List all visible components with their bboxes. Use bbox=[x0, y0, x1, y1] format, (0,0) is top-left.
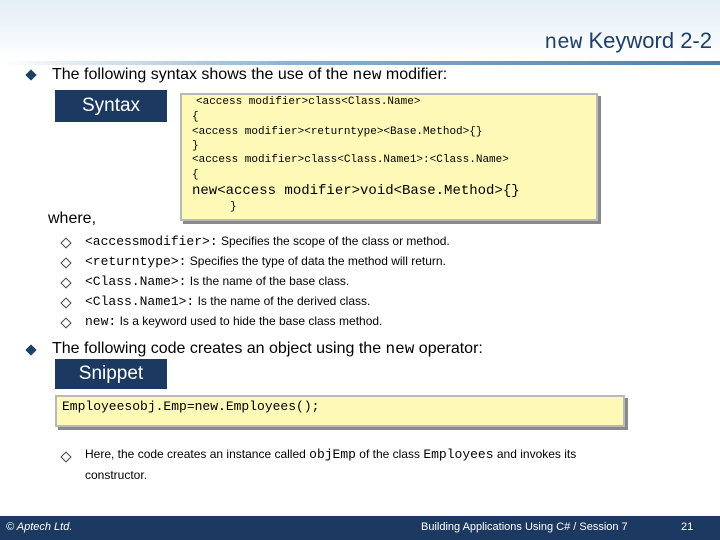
point-snippet-prefix: The following code creates an object usi… bbox=[52, 340, 386, 357]
explanation-code: objEmp bbox=[309, 447, 356, 462]
where-item: new: Is a keyword used to hide the base … bbox=[85, 314, 382, 329]
explanation-text: of the class bbox=[355, 447, 424, 461]
header-rule bbox=[0, 61, 720, 65]
syntax-line: } bbox=[230, 201, 237, 213]
explanation-text: and invokes its bbox=[493, 447, 577, 461]
point-snippet-keyword: new bbox=[385, 340, 415, 358]
point-snippet: The following code creates an object usi… bbox=[52, 340, 483, 358]
syntax-code-box: <access modifier>class<Class.Name> { <ac… bbox=[180, 93, 598, 221]
explanation-code: Employees bbox=[423, 447, 494, 462]
where-item-code: <accessmodifier>: bbox=[85, 234, 218, 249]
where-item-text: Is the name of the derived class. bbox=[197, 294, 371, 308]
title-keyword: new bbox=[544, 32, 583, 55]
where-item-text: Specifies the type of data the method wi… bbox=[189, 254, 446, 268]
syntax-line: { bbox=[192, 111, 199, 123]
where-item: <Class.Name>: Is the name of the base cl… bbox=[85, 274, 349, 289]
snippet-label: Snippet bbox=[55, 359, 167, 389]
explanation-line-1: Here, the code creates an instance calle… bbox=[85, 447, 576, 462]
explanation-text: Here, the code creates an instance calle… bbox=[85, 447, 310, 461]
where-item: <Class.Name1>: Is the name of the derive… bbox=[85, 294, 370, 309]
where-item-code: <Class.Name1>: bbox=[85, 294, 195, 309]
point-syntax-suffix: modifier: bbox=[381, 66, 448, 83]
snippet-code-box: Employeesobj.Emp=new.Employees(); bbox=[55, 395, 625, 427]
sub-bullet-icon bbox=[60, 451, 72, 463]
bullet-diamond-icon bbox=[25, 344, 37, 356]
footer-page-number: 21 bbox=[681, 521, 694, 533]
where-item-text: Is a keyword used to hide the base class… bbox=[119, 314, 383, 328]
syntax-line: <access modifier>class<Class.Name> bbox=[196, 96, 421, 108]
sub-bullet-icon bbox=[60, 257, 72, 269]
where-item-code: <returntype>: bbox=[85, 254, 187, 269]
point-syntax-keyword: new bbox=[352, 66, 382, 84]
title-text: Keyword 2-2 bbox=[588, 28, 712, 53]
syntax-line: } bbox=[192, 140, 199, 152]
where-item-code: <Class.Name>: bbox=[85, 274, 187, 289]
sub-bullet-icon bbox=[60, 237, 72, 249]
bullet-diamond-icon bbox=[25, 69, 37, 81]
sub-bullet-icon bbox=[60, 297, 72, 309]
snippet-code: Employeesobj.Emp=new.Employees(); bbox=[62, 399, 320, 414]
explanation-line-2: constructor. bbox=[85, 468, 148, 482]
footer-course: Building Applications Using C# / Session… bbox=[421, 521, 628, 533]
syntax-line: { bbox=[192, 169, 199, 181]
slide-title: new Keyword 2-2 bbox=[545, 28, 712, 55]
where-item-text: Specifies the scope of the class or meth… bbox=[220, 234, 450, 248]
sub-bullet-icon bbox=[60, 317, 72, 329]
syntax-label: Syntax bbox=[55, 90, 167, 122]
where-item-code: new: bbox=[85, 314, 117, 329]
where-item: <accessmodifier>: Specifies the scope of… bbox=[85, 234, 450, 249]
where-label: where, bbox=[48, 210, 97, 227]
footer-bar: © Aptech Ltd. Building Applications Usin… bbox=[0, 516, 720, 540]
syntax-line: <access modifier><returntype><Base.Metho… bbox=[192, 126, 483, 138]
point-syntax: The following syntax shows the use of th… bbox=[52, 66, 447, 84]
footer-copyright: © Aptech Ltd. bbox=[6, 521, 73, 533]
point-syntax-prefix: The following syntax shows the use of th… bbox=[52, 66, 353, 83]
syntax-line: new<access modifier>void<Base.Method>{} bbox=[192, 183, 520, 199]
sub-bullet-icon bbox=[60, 277, 72, 289]
where-item-text: Is the name of the base class. bbox=[189, 274, 350, 288]
syntax-line: <access modifier>class<Class.Name1>:<Cla… bbox=[192, 154, 509, 166]
point-snippet-suffix: operator: bbox=[414, 340, 483, 357]
where-item: <returntype>: Specifies the type of data… bbox=[85, 254, 446, 269]
